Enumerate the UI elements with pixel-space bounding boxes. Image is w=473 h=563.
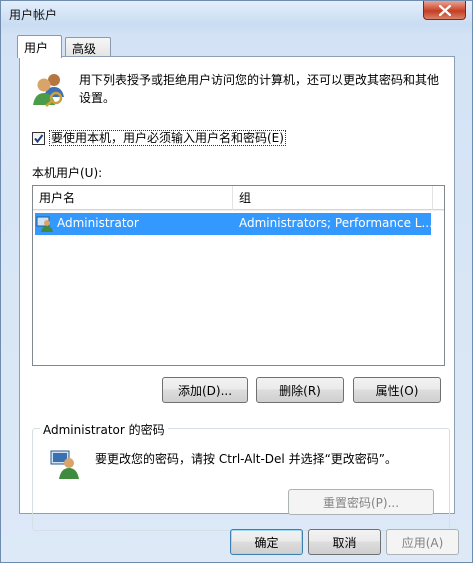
list-header: 用户名 组 — [33, 186, 444, 210]
require-login-label[interactable]: 要使用本机，用户必须输入用户名和密码(E) — [49, 130, 286, 146]
list-body: Administrator Administrators; Performanc… — [33, 211, 444, 365]
ok-button[interactable]: 确定 — [230, 529, 303, 555]
user-accounts-window: 用户帐户 用户 高级 用下列表授予或拒绝用户访问您的计算机，还可以更改其密码和其… — [0, 0, 473, 563]
username-cell: Administrator — [57, 216, 139, 230]
close-icon — [438, 4, 451, 16]
local-users-list[interactable]: 用户名 组 Administrator Administrators; Perf… — [32, 185, 445, 366]
reset-password-button: 重置密码(P)... — [288, 489, 434, 515]
close-button[interactable] — [423, 1, 466, 20]
tab-strip: 用户 高级 — [17, 35, 217, 58]
user-key-icon — [50, 450, 79, 479]
local-users-label: 本机用户(U): — [32, 166, 103, 180]
tab-users[interactable]: 用户 — [17, 35, 62, 58]
users-tab-panel: 用下列表授予或拒绝用户访问您的计算机，还可以更改其密码和其他设置。 要使用本机，… — [19, 56, 455, 531]
password-groupbox — [32, 428, 450, 531]
tab-advanced[interactable]: 高级 — [65, 37, 111, 57]
require-login-checkbox[interactable] — [32, 131, 45, 145]
user-properties-button[interactable]: 属性(O) — [353, 377, 441, 403]
require-login-row[interactable]: 要使用本机，用户必须输入用户名和密码(E) — [32, 130, 286, 146]
title-bar[interactable]: 用户帐户 — [1, 1, 472, 27]
group-cell: Administrators; Performance L... — [239, 216, 431, 230]
password-instructions: 要更改您的密码，请按 Ctrl-Alt-Del 并选择“更改密码”。 — [95, 452, 398, 466]
add-user-button[interactable]: 添加(D)... — [162, 377, 248, 403]
remove-user-button[interactable]: 删除(R) — [256, 377, 344, 403]
password-group-title: Administrator 的密码 — [40, 421, 168, 438]
intro-text: 用下列表授予或拒绝用户访问您的计算机，还可以更改其密码和其他设置。 — [79, 73, 440, 105]
checkmark-icon — [34, 133, 44, 143]
column-header-group[interactable]: 组 — [233, 186, 433, 210]
user-icon — [36, 216, 53, 232]
cancel-button[interactable]: 取消 — [308, 529, 381, 555]
table-row[interactable]: Administrator Administrators; Performanc… — [35, 213, 431, 235]
apply-button: 应用(A) — [386, 529, 459, 555]
window-title: 用户帐户 — [9, 8, 58, 22]
users-icon — [33, 74, 64, 107]
column-header-username[interactable]: 用户名 — [33, 186, 233, 210]
dialog-client-area: 用户 高级 用下列表授予或拒绝用户访问您的计算机，还可以更改其密码和其他设置。 — [7, 29, 467, 557]
